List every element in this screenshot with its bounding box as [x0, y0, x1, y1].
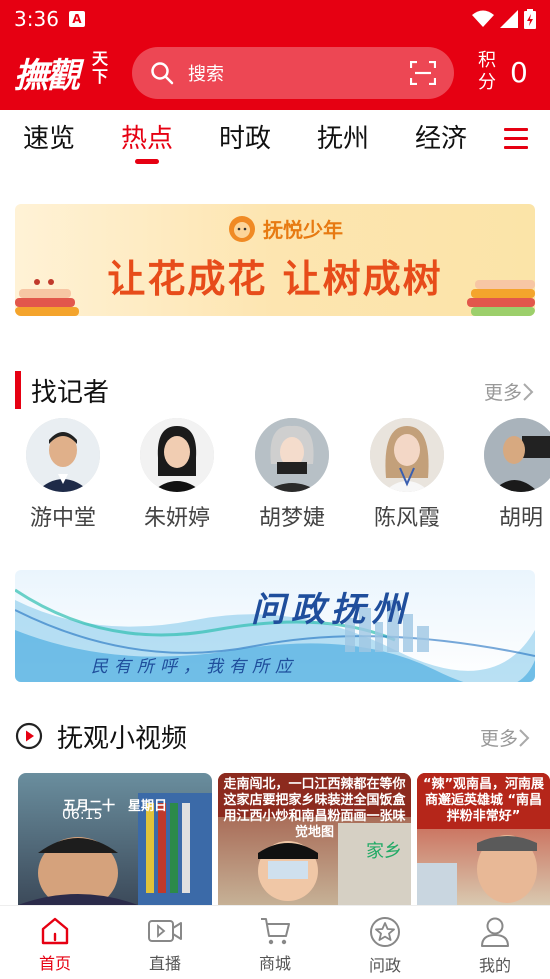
tabbar-shop[interactable]: 商城: [220, 906, 330, 979]
tab-fuzhou[interactable]: 抚州: [294, 110, 392, 170]
avatar: [26, 418, 100, 492]
search-placeholder: 搜索: [188, 64, 224, 85]
avatar: [140, 418, 214, 492]
scan-icon[interactable]: [410, 61, 436, 85]
home-icon: [41, 917, 69, 945]
logo-main-text: 撫觀: [14, 56, 80, 96]
signal-icon: [500, 10, 518, 28]
tabbar-label: 直播: [148, 954, 181, 973]
reporters-more-link[interactable]: 更多: [484, 378, 534, 405]
tabbar-wenzheng[interactable]: 问政: [330, 906, 440, 979]
status-bar: 3:36 A: [0, 0, 550, 38]
banner1-slogan: 让花成花 让树成树: [107, 257, 443, 301]
chevron-right-icon: [519, 728, 530, 747]
tabbar-label: 问政: [368, 956, 401, 975]
video-card[interactable]: 06:15 五月二十 星期日: [18, 773, 212, 905]
promo-banner-wenzheng[interactable]: 问政抚州 民有所呼，我有所应: [15, 570, 535, 682]
video-caption: 走南闯北，一口江西辣都在等你 这家店要把家乡味装进全国饭盒 用江西小炒和南昌粉面…: [223, 777, 406, 840]
tabbar-label: 我的: [478, 956, 511, 975]
tabbar-label: 首页: [38, 954, 71, 973]
reporter-name: 游中堂: [29, 506, 96, 528]
videos-more-link[interactable]: 更多: [480, 724, 530, 751]
star-icon: [370, 917, 400, 947]
search-icon: [151, 62, 174, 85]
status-icons: [472, 9, 536, 29]
reporter-name: 朱妍婷: [143, 506, 210, 528]
video-thumbnail: [18, 793, 212, 905]
video-card[interactable]: “辣”观南昌，河南展商邂逅英雄城 “南昌拌粉非常好”: [417, 773, 550, 905]
promo-banner-youth[interactable]: 抚悦少年 让花成花 让树成树: [15, 204, 535, 316]
tab-redian[interactable]: 热点: [98, 110, 196, 170]
banner2-subtitle: 民有所呼，我有所应: [91, 657, 298, 677]
reporters-section-title: 找记者: [31, 377, 110, 408]
battery-icon: [524, 9, 536, 29]
tabbar-label: 商城: [258, 954, 291, 973]
svg-text:家乡: 家乡: [366, 841, 402, 862]
chevron-right-icon: [523, 382, 534, 401]
tab-jingji[interactable]: 经济: [392, 110, 490, 170]
wifi-icon: [472, 10, 494, 27]
points-button[interactable]: 积分 0: [478, 50, 528, 94]
points-value: 0: [510, 55, 528, 89]
cart-icon: [261, 918, 290, 945]
tabbar-live[interactable]: 直播: [110, 906, 220, 979]
points-label: 积分: [478, 50, 496, 93]
video-section-header: 抚观小视频: [15, 716, 187, 756]
reporter-name: 陈风霞: [373, 506, 440, 528]
channel-menu-icon[interactable]: [504, 128, 528, 150]
reporters-list: 游中堂 朱妍婷 胡梦婕 陈风霞 胡明: [0, 418, 550, 528]
user-icon: [481, 917, 509, 947]
app-logo: 撫觀 天下: [14, 48, 114, 98]
reporter-card[interactable]: 朱妍婷: [122, 418, 232, 528]
video-card[interactable]: 家乡 走南闯北，一口江西辣都在等你 这家店要把家乡味装进全国饭盒 用江西小炒和南…: [218, 773, 411, 905]
video-list: 06:15 五月二十 星期日 家乡 走南闯北，一口江西辣都在等你 这家店要把家乡…: [0, 773, 550, 905]
tab-sulan[interactable]: 速览: [0, 110, 98, 170]
channel-tabs: 速览 热点 时政 抚州 经济: [0, 110, 550, 170]
reporter-name: 胡梦婕: [258, 506, 325, 528]
more-label: 更多: [484, 382, 523, 404]
tabbar-home[interactable]: 首页: [0, 906, 110, 979]
reporters-section-header: 找记者: [15, 370, 109, 410]
banner1-brand: 抚悦少年: [227, 214, 343, 243]
reporter-card[interactable]: 胡梦婕: [237, 418, 347, 528]
more-label: 更多: [480, 728, 519, 750]
section-accent-bar: [15, 371, 21, 409]
avatar: [484, 418, 550, 492]
notification-icon: A: [68, 11, 85, 27]
lion-mascot-icon: [229, 215, 255, 242]
banner1-brand-text: 抚悦少年: [263, 218, 343, 242]
tab-shizheng[interactable]: 时政: [196, 110, 294, 170]
status-time: 3:36: [14, 7, 59, 31]
video-caption: “辣”观南昌，河南展商邂逅英雄城 “南昌拌粉非常好”: [422, 777, 545, 824]
logo-sub-text: 天下: [92, 49, 109, 86]
avatar: [255, 418, 329, 492]
reporter-card[interactable]: 游中堂: [8, 418, 118, 528]
reporter-name: 胡明: [498, 506, 543, 528]
video-caption: 五月二十 星期日: [62, 799, 167, 814]
reporter-card[interactable]: 陈风霞: [352, 418, 462, 528]
search-input[interactable]: 搜索: [132, 47, 454, 99]
video-section-title: 抚观小视频: [57, 723, 188, 754]
banner2-title: 问政抚州: [251, 590, 411, 630]
app-header: 撫觀 天下 搜索 积分 0: [0, 38, 550, 110]
play-circle-icon: [15, 722, 43, 750]
tabbar-mine[interactable]: 我的: [440, 906, 550, 979]
bottom-tab-bar: 首页 直播 商城 问政 我的: [0, 905, 550, 979]
avatar: [370, 418, 444, 492]
reporter-card[interactable]: 胡明: [466, 418, 550, 528]
video-icon: [148, 920, 182, 942]
